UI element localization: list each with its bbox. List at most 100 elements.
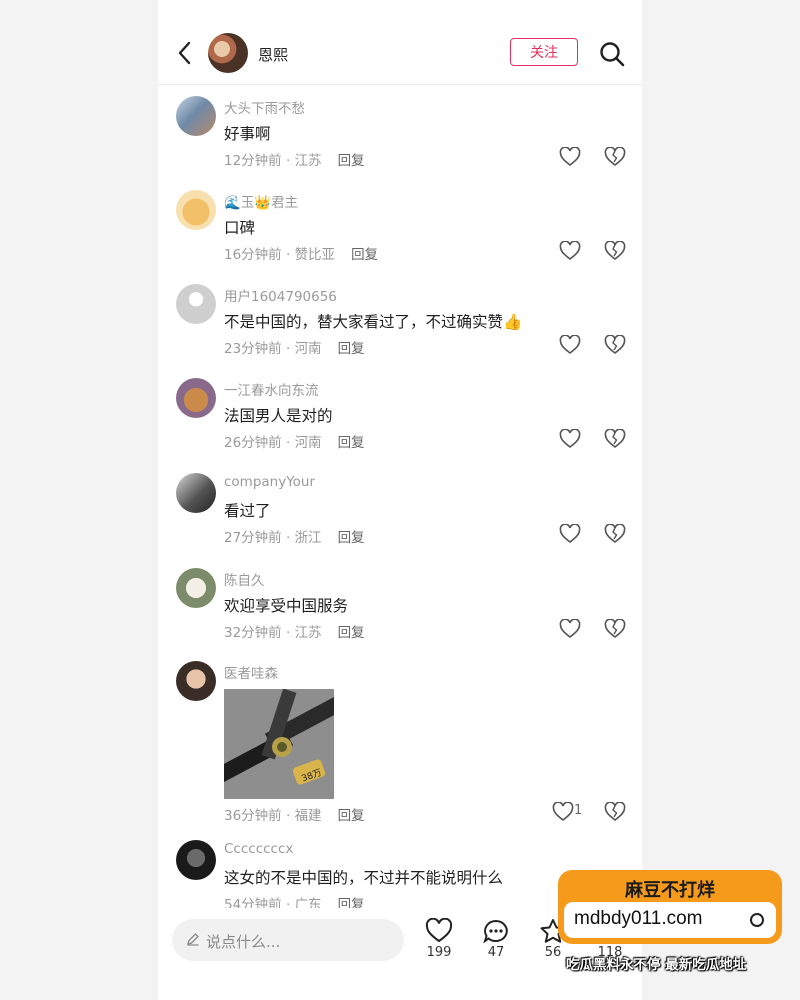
comment-meta: 23分钟前 · 河南 回复 [224,341,365,357]
like-button[interactable] [559,523,581,544]
ad-title: 麻豆不打烊 [625,880,715,901]
commenter-name[interactable]: 大头下雨不愁 [224,97,305,117]
commenter-name[interactable]: 陈自久 [224,569,265,589]
commenter-name[interactable]: 用户1604790656 [224,285,337,305]
heart-icon [559,240,581,261]
follow-button[interactable]: 关注 [510,38,578,66]
comment-time: 26分钟前 [224,435,282,451]
pipe-fitting-image: 38万 [224,689,334,799]
commenter-avatar[interactable] [176,190,216,230]
broken-heart-icon [604,240,626,261]
comment-time: 27分钟前 [224,530,282,546]
comment-text: 看过了 [224,502,271,520]
reply-button[interactable]: 回复 [338,625,365,641]
top-bar: 恩熙 关注 [158,0,642,85]
like-count: 1 [574,803,583,818]
commenter-avatar[interactable] [176,284,216,324]
commenter-avatar[interactable] [176,96,216,136]
comment-location: 赞比亚 [294,247,336,263]
like-button[interactable] [559,240,581,261]
like-button[interactable] [559,618,581,639]
like-button[interactable]: 1 [552,802,588,822]
dislike-button[interactable] [604,523,626,544]
pencil-icon [187,933,199,946]
comment-text: 口碑 [224,219,256,237]
ad-banner[interactable]: 麻豆不打烊 mdbdy011.com [558,870,782,944]
comment-location: 福建 [294,808,322,824]
comment-time: 36分钟前 [224,808,282,824]
reply-button[interactable]: 回复 [338,435,365,451]
dislike-button[interactable] [604,334,626,355]
back-button[interactable] [174,40,198,66]
circle-icon [750,913,764,927]
search-button[interactable] [598,40,626,68]
reply-button[interactable]: 回复 [338,153,365,169]
comment-text: 好事啊 [224,125,271,143]
phone-screen: 恩熙 关注 大头下雨不愁 好事啊 12分钟前 · 江苏 回复 🌊玉👑君主 口碑 … [158,0,642,1000]
reply-button[interactable]: 回复 [351,247,378,263]
commenter-avatar[interactable] [176,568,216,608]
commenter-name[interactable]: 🌊玉👑君主 [224,191,298,211]
comment-location: 河南 [294,341,322,357]
search-icon [600,42,625,67]
comment-location: 浙江 [294,530,322,546]
heart-icon [559,618,581,639]
like-button[interactable] [559,146,581,167]
like-post-count: 199 [426,945,452,960]
comment-time: 16分钟前 [224,247,282,263]
author-name[interactable]: 恩熙 [258,44,288,65]
comment-location: 江苏 [294,625,322,641]
commenter-name[interactable]: companyYour [224,474,315,490]
commenter-name[interactable]: 医者哇森 [224,662,278,682]
heart-icon [559,146,581,167]
commenter-name[interactable]: Ccccccccx [224,841,293,857]
reply-button[interactable]: 回复 [338,530,365,546]
comment-input-placeholder: 说点什么... [206,933,281,951]
comment-post-count: 47 [487,945,505,960]
comment-image[interactable]: 38万 [224,689,334,799]
heart-icon [559,428,581,449]
heart-icon [559,523,581,544]
dislike-button[interactable] [604,801,626,822]
dislike-button[interactable] [604,146,626,167]
comment-text: 欢迎享受中国服务 [224,597,349,615]
dislike-button[interactable] [604,618,626,639]
comment-meta: 32分钟前 · 江苏 回复 [224,625,365,641]
comment-meta: 27分钟前 · 浙江 回复 [224,530,365,546]
comment-meta: 26分钟前 · 河南 回复 [224,435,365,451]
broken-heart-icon [604,146,626,167]
dislike-button[interactable] [604,240,626,261]
like-post-button[interactable]: 199 [417,918,461,960]
ad-url-box[interactable]: mdbdy011.com [564,902,776,938]
heart-icon [552,802,574,822]
commenter-avatar[interactable] [176,840,216,880]
comment-location: 江苏 [294,153,322,169]
comment-location: 河南 [294,435,322,451]
broken-heart-icon [604,428,626,449]
comment-text: 法国男人是对的 [224,407,333,425]
commenter-avatar[interactable] [176,378,216,418]
like-button[interactable] [559,334,581,355]
comment-text: 不是中国的，替大家看过了，不过确实赞👍 [224,313,523,331]
comment-time: 32分钟前 [224,625,282,641]
reply-button[interactable]: 回复 [338,808,365,824]
comment-input[interactable]: 说点什么... [172,919,404,961]
broken-heart-icon [604,618,626,639]
ad-caption: 吃瓜黑料永不停 最新吃瓜地址 [566,957,747,973]
comment-text: 这女的不是中国的，不过并不能说明什么 [224,869,504,887]
commenter-avatar[interactable] [176,661,216,701]
broken-heart-icon [604,801,626,822]
comment-time: 12分钟前 [224,153,282,169]
author-avatar[interactable] [208,33,248,73]
comment-time: 23分钟前 [224,341,282,357]
comment-post-button[interactable]: 47 [474,918,518,960]
ad-url: mdbdy011.com [574,908,703,929]
like-button[interactable] [559,428,581,449]
chevron-left-icon [178,41,191,65]
reply-button[interactable]: 回复 [338,341,365,357]
commenter-avatar[interactable] [176,473,216,513]
dislike-button[interactable] [604,428,626,449]
comment-bubble-icon [483,919,508,944]
commenter-name[interactable]: 一江春水向东流 [224,379,319,399]
comment-meta: 16分钟前 · 赞比亚 回复 [224,247,379,263]
